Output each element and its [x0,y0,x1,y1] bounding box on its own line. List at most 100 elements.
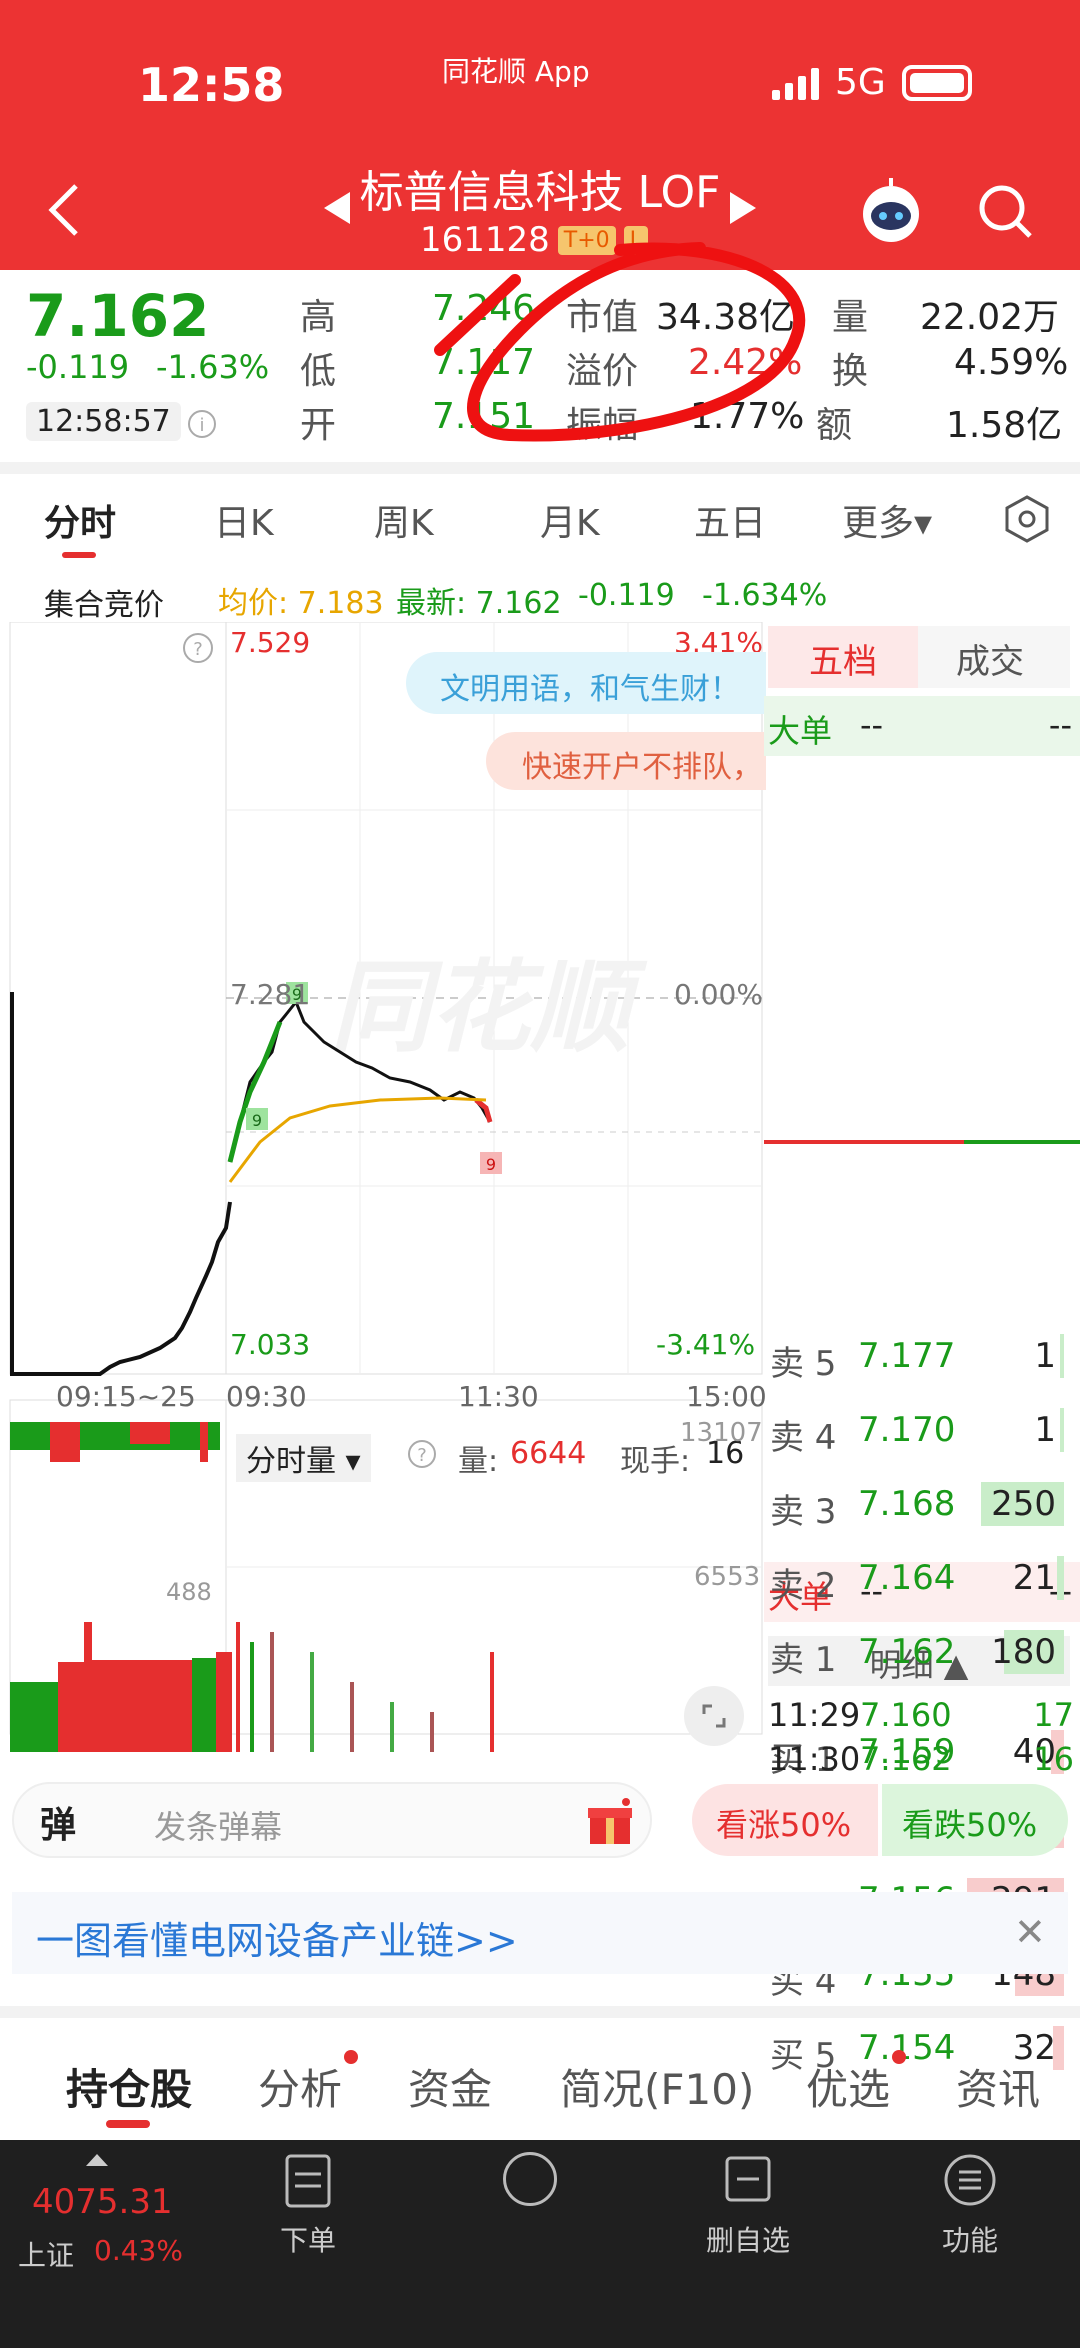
nav-order-label: 下单 [279,2224,336,2257]
svg-text:i: i [199,415,204,436]
menu-circle-icon [944,2154,996,2206]
tab-news[interactable]: 资讯 [956,2056,1040,2117]
level-label: 卖 4 [770,1418,837,1458]
auction-volume-top-bars [10,1422,220,1462]
latest-pct: -1.634% [702,578,828,613]
index-pct: 0.43% [94,2234,183,2267]
chart-tabs: 分时 日K 周K 月K 五日 更多▾ [0,478,1080,560]
info-icon[interactable]: i [186,408,218,440]
tab-holdings[interactable]: 持仓股 [66,2056,192,2117]
tick-price: 7.162 [860,1740,952,1778]
svg-text:?: ? [417,1445,427,1466]
promo-banner-text[interactable]: 一图看懂电网设备产业链>> [36,1910,518,1965]
index-name: 上证 [18,2239,75,2272]
level-label: 卖 3 [770,1492,837,1532]
settings-hexagon-icon[interactable] [1002,494,1052,544]
nav-order[interactable]: 下单 [248,2152,368,2259]
tick-volume: 17 [1033,1696,1074,1734]
hand-drawn-circle-annotation [434,242,806,442]
search-icon[interactable] [976,182,1036,242]
signal-icon [772,66,819,100]
order-doc-icon [285,2154,331,2208]
tab-funds[interactable]: 资金 [408,2056,492,2117]
x-label-open: 09:30 [226,1380,307,1413]
volume-mode-select[interactable]: 分时量 ▾ [236,1434,371,1482]
volume-bars [10,1622,494,1752]
close-icon[interactable]: ✕ [1014,1910,1046,1954]
level-price: 7.164 [858,1558,956,1598]
level-label: 卖 1 [770,1640,837,1680]
remove-favorite-icon [725,2156,771,2202]
gift-icon[interactable] [586,1798,634,1846]
volume-value-text: 6644 [510,1436,587,1471]
ticker-message-1: 文明用语，和气生财！ [406,652,766,714]
level-volume: 1 [1034,1336,1056,1376]
tab-daily-k[interactable]: 日K [214,494,274,546]
nav-favorite[interactable] [470,2152,590,2214]
vol-axis-mid: 6553 [694,1562,761,1592]
chart-top-price: 7.529 [230,626,311,659]
nav-remove-favorite[interactable]: 删自选 [688,2152,808,2259]
high-label: 高 [300,297,337,338]
nav-remove-label: 删自选 [705,2224,790,2257]
last-price: 7.162 [26,282,210,350]
volume-help-icon[interactable]: ? [406,1438,438,1470]
ask-level-row[interactable]: 卖 4 7.170 1 [768,1402,1068,1462]
bottom-tabs: 持仓股 分析 资金 简况(F10) 优选 资讯 [0,2020,1080,2130]
tick-price: 7.160 [860,1696,952,1734]
robot-assistant-icon[interactable] [856,176,926,246]
chart-info-bar: 集合竞价 均价: 7.183 最新: 7.162 -0.119 -1.634% [0,572,1080,623]
vote-down-button[interactable]: 看跌50% [882,1784,1068,1856]
ask-level-row[interactable]: 卖 1 7.162 180 [768,1624,1068,1684]
ask-level-row[interactable]: 卖 5 7.177 1 [768,1328,1068,1388]
vote-up-button[interactable]: 看涨50% [692,1784,878,1856]
quote-time: 12:58:57 [26,402,181,441]
big-order-vol: -- [1048,706,1072,744]
tick-volume: 16 [1033,1740,1074,1778]
nav-functions[interactable]: 功能 [910,2152,1030,2259]
tab-monthly-k[interactable]: 月K [540,494,600,546]
sell-divider [964,1140,1080,1144]
tab-analysis[interactable]: 分析 [258,2056,342,2117]
svg-text:?: ? [193,639,203,660]
chart-bot-pct: -3.41% [656,1328,756,1361]
tab-five-levels[interactable]: 五档 [768,626,918,688]
latest-price: 最新: 7.162 [396,586,562,621]
fullscreen-button[interactable] [684,1686,744,1746]
tab-trades[interactable]: 成交 [956,634,1024,683]
amount-label: 额 [816,405,853,446]
danmu-icon: 弹 [40,1805,77,1846]
vol-axis-max: 13107 [680,1418,763,1448]
chart-mid-price: 7.281 [230,978,311,1011]
status-time: 12:58 [138,58,285,112]
danmu-input[interactable]: 弹 发条弹幕 [12,1782,652,1858]
price-change-pct: -1.63% [156,348,270,386]
tab-intraday[interactable]: 分时 [44,494,116,546]
tab-five-day[interactable]: 五日 [694,494,766,546]
ask-level-row[interactable]: 卖 2 7.164 21 [768,1550,1068,1610]
intraday-chart[interactable]: 同花顺 9 9 9 ? [0,622,764,1762]
chart-area: 集合竞价 均价: 7.183 最新: 7.162 -0.119 -1.634% … [0,572,1080,2076]
ask-level-row[interactable]: 卖 3 7.168 250 [768,1476,1068,1536]
promo-banner[interactable]: 一图看懂电网设备产业链>> ✕ [12,1892,1068,1974]
favorite-star-icon [503,2152,557,2206]
level-volume: 21 [1012,1558,1056,1598]
active-bottom-tab-indicator [106,2120,150,2128]
expand-icon [702,1704,726,1728]
level-price: 7.168 [858,1484,956,1524]
svg-text:9: 9 [252,1111,262,1130]
tab-f10[interactable]: 简况(F10) [560,2056,754,2117]
bottom-nav: 4075.31 上证 0.43% 下单 删自选 功能 [0,2140,1080,2348]
turnover-label: 换 [832,351,869,392]
tab-weekly-k[interactable]: 周K [374,494,434,546]
amount-value: 1.58亿 [946,405,1063,446]
trade-tick-row: 11:29 7.160 17 [768,1686,1078,1746]
tab-more[interactable]: 更多▾ [842,494,932,546]
divider [0,2006,1080,2018]
level-label: 卖 5 [770,1344,837,1384]
level-volume: 180 [991,1632,1056,1672]
big-order-sell-row: 大单 -- -- [764,696,1080,756]
tab-picks[interactable]: 优选 [806,2056,890,2117]
ticker-message-2: 快速开户不排队， [486,732,766,790]
x-label-auction: 09:15~25 [56,1380,196,1413]
